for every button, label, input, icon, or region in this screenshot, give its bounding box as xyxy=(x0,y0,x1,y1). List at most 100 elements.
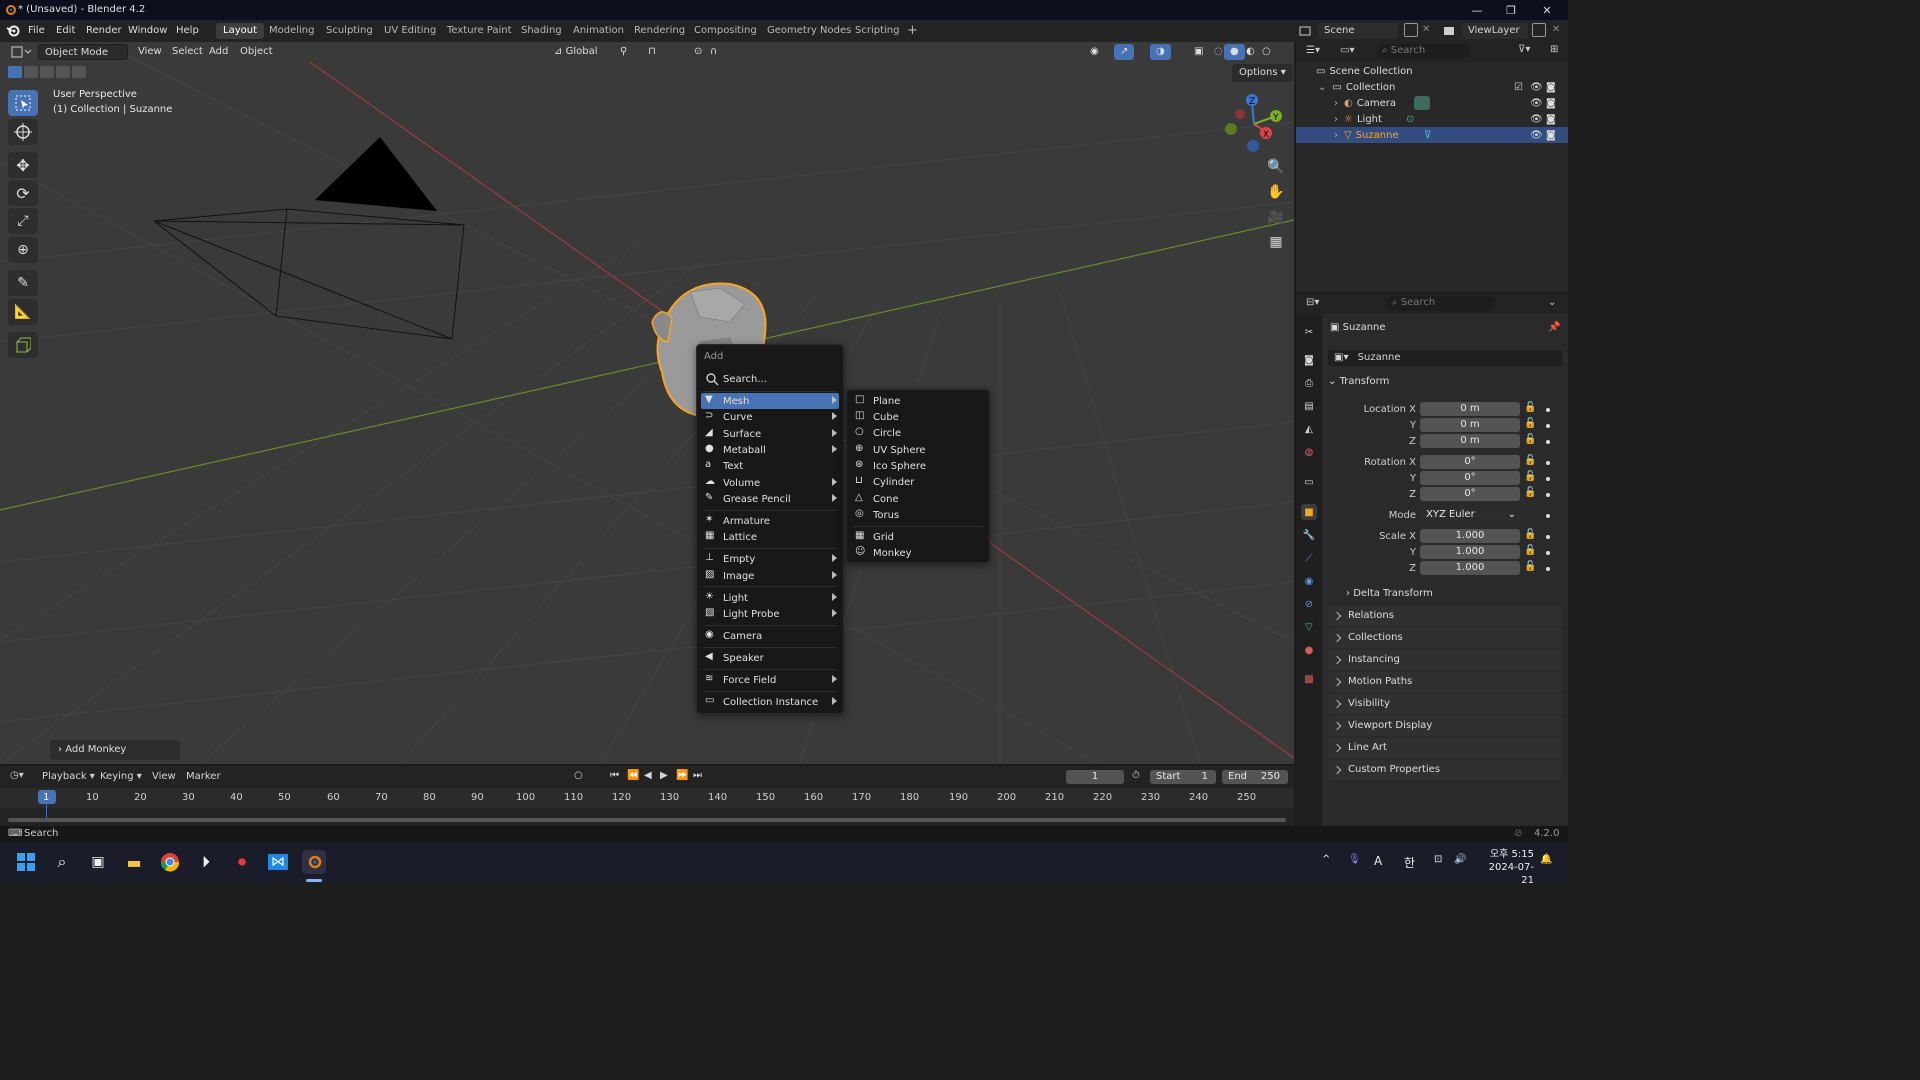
keyframe-dot-icon[interactable] xyxy=(1546,493,1550,497)
tab-view-layer[interactable]: ▤ xyxy=(1301,398,1317,414)
last-operator-panel[interactable]: › Add Monkey xyxy=(50,740,180,760)
tab-collection[interactable]: ▭ xyxy=(1301,474,1317,490)
select-subtract-icon[interactable] xyxy=(40,66,54,78)
menu-object[interactable]: Object xyxy=(234,44,279,60)
mesh-cylinder[interactable]: ⊔ Cylinder xyxy=(851,474,985,490)
mesh-plane[interactable]: □ Plane xyxy=(851,393,985,409)
rotation-z-field[interactable]: 0° xyxy=(1420,487,1520,501)
stopwatch-icon[interactable]: ⏱ xyxy=(1132,770,1140,781)
rotation-mode-dropdown[interactable]: XYZ Euler ⌄ xyxy=(1420,508,1522,522)
tab-constraints[interactable]: ⊘ xyxy=(1301,596,1317,612)
task-view-button[interactable]: ▣ xyxy=(86,850,110,874)
video-app-button[interactable]: ⏺ xyxy=(230,850,254,874)
add-menu-surface[interactable]: ◢ Surface xyxy=(701,426,839,442)
view-layer-selector[interactable]: ViewLayer xyxy=(1462,23,1528,39)
select-mode-buttons[interactable] xyxy=(6,64,86,80)
delta-transform-header[interactable]: › Delta Transform xyxy=(1346,588,1433,599)
jump-keyframe-forward-icon[interactable]: ⏩ xyxy=(676,770,688,781)
record-icon[interactable]: ○ xyxy=(574,770,583,781)
delete-scene-icon[interactable]: ✕ xyxy=(1422,24,1430,35)
tab-world[interactable]: ◍ xyxy=(1301,444,1317,460)
select-extend-icon[interactable] xyxy=(24,66,38,78)
transform-tool[interactable]: ⊕ xyxy=(8,237,38,263)
add-menu-collection-instance[interactable]: ▭ Collection Instance xyxy=(701,694,839,710)
add-menu-search[interactable]: Search... xyxy=(701,371,839,387)
mesh-ico-sphere[interactable]: ⊛ Ico Sphere xyxy=(851,458,985,474)
tab-geometry-nodes[interactable]: Geometry Nodes xyxy=(760,23,858,39)
start-frame-field[interactable]: Start 1 xyxy=(1150,770,1216,784)
mode-selector[interactable]: Object Mode xyxy=(38,44,128,60)
add-cube-tool[interactable] xyxy=(8,332,38,358)
render-camera-icon[interactable]: ◙ xyxy=(1546,114,1556,125)
timeline-scrollbar[interactable] xyxy=(8,818,1286,822)
play-icon[interactable]: ▶ xyxy=(660,770,668,781)
properties-search-input[interactable]: ⌕ Search xyxy=(1386,296,1496,311)
menu-view[interactable]: View xyxy=(132,44,168,60)
display-mode-icon[interactable]: ▭▾ xyxy=(1340,45,1354,56)
lock-icon[interactable]: 🔓 xyxy=(1524,471,1536,482)
outliner-search-input[interactable]: ⌕ Search xyxy=(1376,44,1470,59)
clock[interactable]: 오후 5:15 2024-07-21 xyxy=(1484,848,1534,887)
mesh-torus[interactable]: ◎ Torus xyxy=(851,507,985,523)
tab-physics[interactable]: ◉ xyxy=(1301,573,1317,589)
mesh-cone[interactable]: △ Cone xyxy=(851,491,985,507)
outliner-scene-collection[interactable]: ▭ Scene Collection xyxy=(1296,63,1568,79)
add-menu-camera[interactable]: ◉ Camera xyxy=(701,628,839,644)
file-explorer-button[interactable]: ▬ xyxy=(122,850,146,874)
jump-keyframe-back-icon[interactable]: ⏪ xyxy=(627,770,639,781)
navigation-gizmo[interactable]: X Y Z xyxy=(1222,92,1286,156)
mesh-uv-sphere[interactable]: ⊕ UV Sphere xyxy=(851,442,985,458)
menu-help[interactable]: Help xyxy=(176,25,199,36)
lock-icon[interactable]: 🔓 xyxy=(1524,455,1536,466)
tab-scripting[interactable]: Scripting xyxy=(848,23,906,39)
keyframe-dot-icon[interactable] xyxy=(1546,408,1550,412)
lock-icon[interactable]: 🔓 xyxy=(1524,561,1536,572)
media-player-button[interactable]: ⏵ xyxy=(194,850,218,874)
properties-editor-icon[interactable]: ⊟▾ xyxy=(1306,297,1319,308)
network-icon[interactable]: ⊡ xyxy=(1434,854,1442,865)
add-menu-image[interactable]: ▨ Image xyxy=(701,568,839,584)
add-menu-metaball[interactable]: ● Metaball xyxy=(701,442,839,458)
location-x-field[interactable]: 0 m xyxy=(1420,402,1520,416)
outliner-item-light[interactable]: › ☼ Light ⊙ 👁 ◙ xyxy=(1296,111,1568,127)
rotation-x-field[interactable]: 0° xyxy=(1420,455,1520,469)
xray-icon[interactable]: ▣ xyxy=(1188,44,1209,60)
menu-keying[interactable]: Keying ▾ xyxy=(100,771,142,782)
timeline-editor-icon[interactable]: ◷▾ xyxy=(10,770,24,781)
chevron-down-icon[interactable]: ⌄ xyxy=(1318,82,1326,93)
rendered-shading-icon[interactable]: ○ xyxy=(1256,44,1277,60)
keyframe-dot-icon[interactable] xyxy=(1546,551,1550,555)
panel-viewport-display[interactable]: Viewport Display xyxy=(1328,716,1562,736)
add-menu-lattice[interactable]: ▦ Lattice xyxy=(701,529,839,545)
ime-mode[interactable]: A xyxy=(1374,854,1382,868)
add-menu-grease-pencil[interactable]: ✎ Grease Pencil xyxy=(701,491,839,507)
tab-scene[interactable]: ◭ xyxy=(1301,421,1317,437)
cursor-tool[interactable] xyxy=(8,119,38,145)
eye-icon[interactable]: 👁 xyxy=(1530,114,1543,125)
panel-line-art[interactable]: Line Art xyxy=(1328,738,1562,758)
outliner-collection[interactable]: ⌄ ▭ Collection ☑ 👁 ◙ xyxy=(1296,79,1568,95)
lock-icon[interactable]: 🔓 xyxy=(1524,545,1536,556)
exclude-checkbox-icon[interactable]: ☑ xyxy=(1514,82,1523,93)
add-workspace-icon[interactable]: + xyxy=(900,21,925,38)
add-menu-empty[interactable]: ⊥ Empty xyxy=(701,551,839,567)
tab-tool[interactable]: ✂ xyxy=(1301,324,1317,340)
tab-object[interactable]: ■ xyxy=(1301,504,1317,520)
render-camera-icon[interactable]: ◙ xyxy=(1546,130,1556,141)
blender-menu-icon[interactable] xyxy=(6,24,20,38)
select-intersect-icon[interactable] xyxy=(72,66,86,78)
tab-data[interactable]: ▽ xyxy=(1301,619,1317,635)
mesh-circle[interactable]: ○ Circle xyxy=(851,425,985,441)
editor-type-icon[interactable] xyxy=(10,45,32,59)
outliner-editor-icon[interactable]: ☰▾ xyxy=(1306,45,1320,56)
options-button[interactable]: Options ▾ xyxy=(1232,64,1293,82)
close-button[interactable]: ✕ xyxy=(1530,0,1564,20)
blender-taskbar-button[interactable] xyxy=(302,850,326,874)
mesh-cube[interactable]: ◫ Cube xyxy=(851,409,985,425)
falloff-icon[interactable]: ∩ xyxy=(704,44,723,60)
light-data-icon[interactable]: ⊙ xyxy=(1406,114,1414,125)
play-reverse-icon[interactable]: ◀ xyxy=(644,770,652,781)
menu-add[interactable]: Add xyxy=(203,44,234,60)
panel-motion-paths[interactable]: Motion Paths xyxy=(1328,672,1562,692)
scale-x-field[interactable]: 1.000 xyxy=(1420,529,1520,543)
